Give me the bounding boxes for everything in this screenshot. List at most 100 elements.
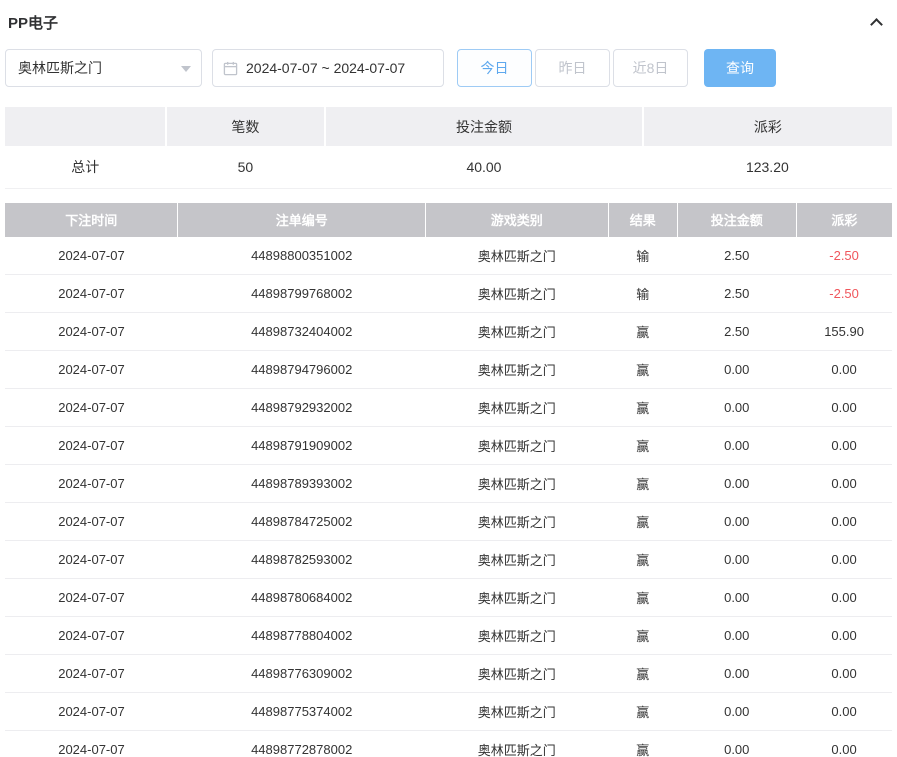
bet-time-cell: 2024-07-07 — [5, 351, 178, 389]
panel-header: PP电子 — [5, 0, 892, 43]
bet-amount-cell: 0.00 — [677, 351, 796, 389]
game-category-cell: 奥林匹斯之门 — [425, 427, 608, 465]
order-id-cell: 44898782593002 — [178, 541, 425, 579]
summary-header-payout: 派彩 — [643, 107, 892, 146]
date-range-input[interactable]: 2024-07-07 ~ 2024-07-07 — [212, 49, 444, 87]
order-id-cell: 44898776309002 — [178, 655, 425, 693]
bet-amount-cell: 0.00 — [677, 503, 796, 541]
table-row: 2024-07-0744898784725002奥林匹斯之门赢0.000.00 — [5, 503, 892, 541]
game-select[interactable]: 奥林匹斯之门 — [5, 49, 202, 87]
game-category-cell: 奥林匹斯之门 — [425, 693, 608, 731]
table-row: 2024-07-0744898780684002奥林匹斯之门赢0.000.00 — [5, 579, 892, 617]
column-header-bet-amount: 投注金额 — [677, 203, 796, 237]
game-category-cell: 奥林匹斯之门 — [425, 275, 608, 313]
order-id-cell: 44898772878002 — [178, 731, 425, 757]
game-category-cell: 奥林匹斯之门 — [425, 541, 608, 579]
column-header-game-category: 游戏类别 — [425, 203, 608, 237]
bet-time-cell: 2024-07-07 — [5, 427, 178, 465]
bet-amount-cell: 0.00 — [677, 693, 796, 731]
bet-time-cell: 2024-07-07 — [5, 465, 178, 503]
result-cell: 赢 — [608, 313, 677, 351]
quick-range-button[interactable]: 昨日 — [535, 49, 610, 87]
game-category-cell: 奥林匹斯之门 — [425, 731, 608, 757]
summary-total-count: 50 — [166, 146, 326, 188]
table-row: 2024-07-0744898799768002奥林匹斯之门输2.50-2.50 — [5, 275, 892, 313]
bet-amount-cell: 0.00 — [677, 731, 796, 757]
summary-header-bet-amount: 投注金额 — [325, 107, 643, 146]
result-cell: 输 — [608, 237, 677, 275]
result-cell: 赢 — [608, 655, 677, 693]
summary-total-payout: 123.20 — [643, 146, 892, 188]
column-header-bet-time: 下注时间 — [5, 203, 178, 237]
table-row: 2024-07-0744898792932002奥林匹斯之门赢0.000.00 — [5, 389, 892, 427]
result-cell: 赢 — [608, 579, 677, 617]
result-cell: 赢 — [608, 427, 677, 465]
game-category-cell: 奥林匹斯之门 — [425, 465, 608, 503]
payout-cell: 0.00 — [796, 351, 892, 389]
table-row: 2024-07-0744898794796002奥林匹斯之门赢0.000.00 — [5, 351, 892, 389]
bet-amount-cell: 0.00 — [677, 617, 796, 655]
bet-time-cell: 2024-07-07 — [5, 389, 178, 427]
pp-electronic-panel: PP电子 奥林匹斯之门 2024-07-07 ~ 2024-07-07 今日 昨… — [0, 0, 897, 757]
order-id-cell: 44898799768002 — [178, 275, 425, 313]
order-id-cell: 44898778804002 — [178, 617, 425, 655]
table-row: 2024-07-0744898732404002奥林匹斯之门赢2.50155.9… — [5, 313, 892, 351]
column-header-result: 结果 — [608, 203, 677, 237]
bet-time-cell: 2024-07-07 — [5, 693, 178, 731]
table-row: 2024-07-0744898772878002奥林匹斯之门赢0.000.00 — [5, 731, 892, 757]
quick-range-button[interactable]: 近8日 — [613, 49, 688, 87]
bet-amount-cell: 0.00 — [677, 389, 796, 427]
column-header-payout: 派彩 — [796, 203, 892, 237]
bet-time-cell: 2024-07-07 — [5, 237, 178, 275]
order-id-cell: 44898789393002 — [178, 465, 425, 503]
quick-range-buttons: 今日 昨日 近8日 — [457, 49, 688, 87]
page-title: PP电子 — [8, 12, 58, 33]
payout-cell: 0.00 — [796, 693, 892, 731]
result-cell: 输 — [608, 275, 677, 313]
summary-header-row: 笔数 投注金额 派彩 — [5, 107, 892, 146]
result-cell: 赢 — [608, 389, 677, 427]
game-category-cell: 奥林匹斯之门 — [425, 313, 608, 351]
bet-time-cell: 2024-07-07 — [5, 503, 178, 541]
result-cell: 赢 — [608, 541, 677, 579]
result-cell: 赢 — [608, 693, 677, 731]
order-id-cell: 44898800351002 — [178, 237, 425, 275]
table-row: 2024-07-0744898782593002奥林匹斯之门赢0.000.00 — [5, 541, 892, 579]
game-category-cell: 奥林匹斯之门 — [425, 389, 608, 427]
order-id-cell: 44898791909002 — [178, 427, 425, 465]
order-id-cell: 44898784725002 — [178, 503, 425, 541]
order-id-cell: 44898792932002 — [178, 389, 425, 427]
bet-time-cell: 2024-07-07 — [5, 541, 178, 579]
order-id-cell: 44898794796002 — [178, 351, 425, 389]
game-category-cell: 奥林匹斯之门 — [425, 617, 608, 655]
summary-header-blank — [5, 107, 166, 146]
bet-amount-cell: 0.00 — [677, 465, 796, 503]
game-category-cell: 奥林匹斯之门 — [425, 579, 608, 617]
result-cell: 赢 — [608, 351, 677, 389]
payout-cell: 0.00 — [796, 541, 892, 579]
bet-time-cell: 2024-07-07 — [5, 275, 178, 313]
bet-time-cell: 2024-07-07 — [5, 655, 178, 693]
quick-range-button[interactable]: 今日 — [457, 49, 532, 87]
summary-header-count: 笔数 — [166, 107, 326, 146]
bet-time-cell: 2024-07-07 — [5, 579, 178, 617]
payout-cell: -2.50 — [796, 275, 892, 313]
result-cell: 赢 — [608, 503, 677, 541]
collapse-chevron-up-icon[interactable] — [870, 18, 883, 31]
summary-total-label: 总计 — [5, 146, 166, 188]
query-button[interactable]: 查询 — [704, 49, 776, 87]
table-row: 2024-07-0744898789393002奥林匹斯之门赢0.000.00 — [5, 465, 892, 503]
date-range-value: 2024-07-07 ~ 2024-07-07 — [246, 60, 405, 76]
payout-cell: 0.00 — [796, 389, 892, 427]
bet-amount-cell: 2.50 — [677, 275, 796, 313]
table-row: 2024-07-0744898775374002奥林匹斯之门赢0.000.00 — [5, 693, 892, 731]
bet-amount-cell: 0.00 — [677, 655, 796, 693]
game-category-cell: 奥林匹斯之门 — [425, 503, 608, 541]
payout-cell: 0.00 — [796, 579, 892, 617]
payout-cell: 0.00 — [796, 427, 892, 465]
result-cell: 赢 — [608, 731, 677, 757]
game-category-cell: 奥林匹斯之门 — [425, 351, 608, 389]
game-category-cell: 奥林匹斯之门 — [425, 655, 608, 693]
result-cell: 赢 — [608, 617, 677, 655]
payout-cell: 0.00 — [796, 731, 892, 757]
